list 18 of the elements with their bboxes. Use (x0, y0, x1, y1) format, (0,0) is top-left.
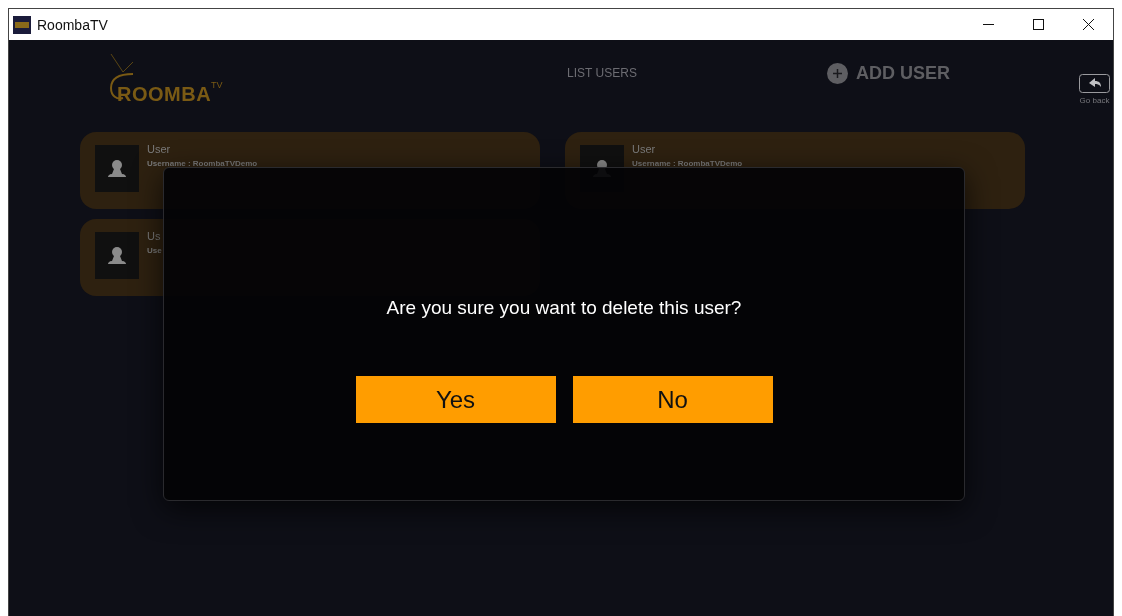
app-icon (13, 15, 31, 34)
user-name: User (632, 143, 657, 155)
person-icon (108, 245, 126, 266)
person-icon (108, 158, 126, 179)
user-username: Use (147, 246, 162, 255)
user-username: Username : RoombaTVDemo (632, 159, 743, 168)
go-back-button[interactable]: Go back (1079, 74, 1110, 105)
window-title: RoombaTV (37, 16, 109, 33)
maximize-icon (1032, 19, 1044, 30)
page-title: LIST USERS (566, 66, 638, 80)
user-name: User (147, 143, 172, 155)
no-button[interactable]: No (572, 376, 773, 423)
yes-button[interactable]: Yes (355, 376, 556, 423)
user-username: Username : RoombaTVDemo (147, 159, 258, 168)
user-name: Us (147, 230, 162, 242)
close-icon (1082, 19, 1094, 30)
dialog-message: Are you sure you want to delete this user? (386, 297, 742, 319)
plus-icon (827, 63, 848, 84)
